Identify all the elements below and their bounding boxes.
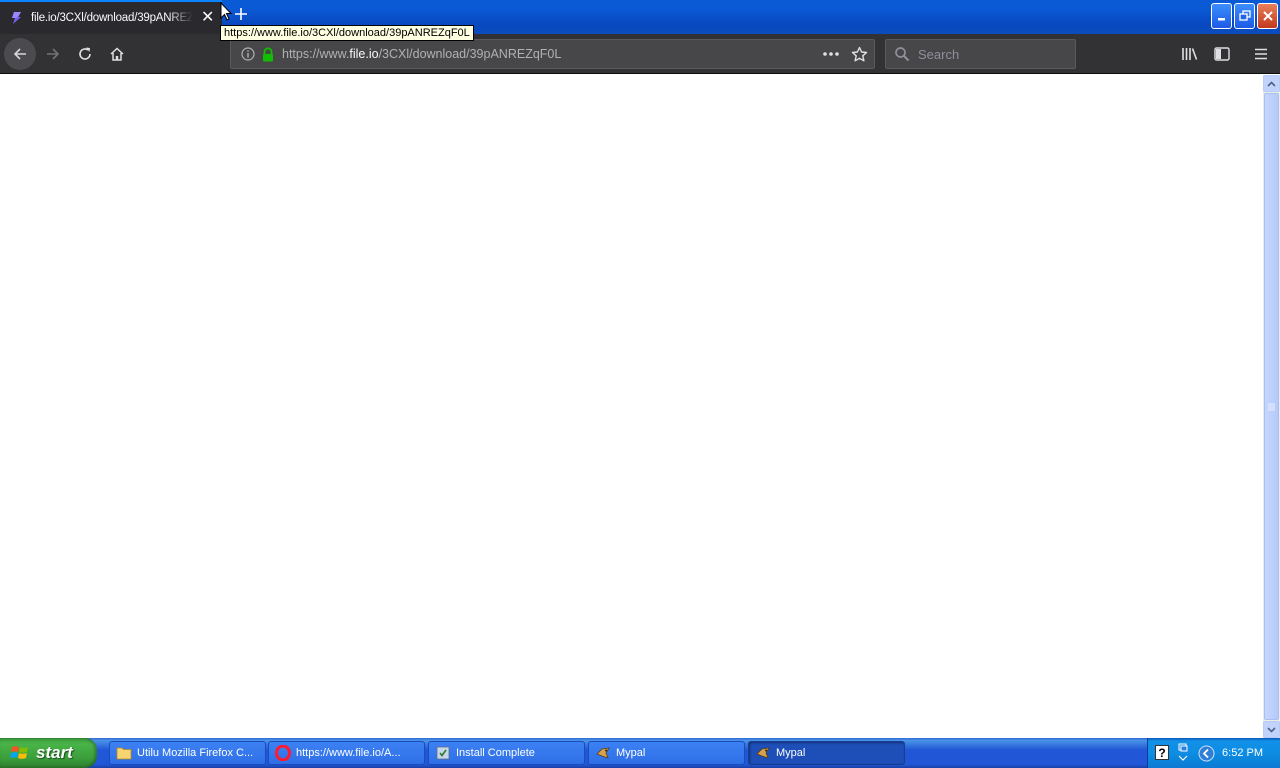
menu-button[interactable] xyxy=(1245,38,1277,70)
chevron-up-icon xyxy=(1267,80,1276,87)
navigation-toolbar: https://www.file.io/3CXl/download/39pANR… xyxy=(0,34,1280,74)
home-icon xyxy=(110,47,124,61)
link-tooltip: https://www.file.io/3CXl/download/39pANR… xyxy=(220,25,474,41)
bookmark-star-button[interactable] xyxy=(851,46,868,63)
search-input[interactable]: Search xyxy=(918,47,959,62)
task-label: https://www.file.io/A... xyxy=(296,747,401,759)
page-content-area xyxy=(0,75,1263,738)
browser-titlebar: file.io/3CXl/download/39pANREZqF0L ✕ xyxy=(0,0,1280,34)
taskbar-item-install-complete[interactable]: Install Complete xyxy=(428,741,585,765)
minimize-button[interactable] xyxy=(1211,3,1232,29)
expand-tray-icon[interactable] xyxy=(1198,745,1215,762)
grip-icon xyxy=(1268,403,1275,410)
library-icon xyxy=(1182,48,1198,60)
tab-title: file.io/3CXl/download/39pANREZqF0L xyxy=(31,12,193,24)
url-bar[interactable]: https://www.file.io/3CXl/download/39pANR… xyxy=(230,39,875,69)
mypal-icon xyxy=(755,745,771,761)
task-label: Install Complete xyxy=(456,747,535,759)
new-tab-button[interactable] xyxy=(232,6,250,26)
library-button[interactable] xyxy=(1174,38,1206,70)
url-text[interactable]: https://www.file.io/3CXl/download/39pANR… xyxy=(282,47,561,61)
clock: 6:52 PM xyxy=(1222,747,1263,759)
search-icon xyxy=(894,46,910,62)
plus-icon xyxy=(235,8,247,20)
hamburger-menu-icon xyxy=(1255,48,1267,60)
star-icon xyxy=(851,46,868,62)
reload-button[interactable] xyxy=(69,38,101,70)
page-info-icon[interactable] xyxy=(241,47,255,61)
mypal-icon xyxy=(595,745,611,761)
minimize-icon xyxy=(1217,18,1225,21)
scroll-thumb[interactable] xyxy=(1264,93,1279,720)
system-tray: ? 6:52 PM xyxy=(1147,738,1280,768)
page-actions-button[interactable] xyxy=(822,47,840,61)
svg-text:?: ? xyxy=(1158,746,1165,760)
back-button[interactable] xyxy=(4,38,36,70)
restore-button[interactable] xyxy=(1234,3,1255,29)
opera-icon xyxy=(275,745,291,761)
lock-icon xyxy=(263,46,273,61)
info-icon xyxy=(241,47,255,61)
url-prefix: https://www. xyxy=(282,47,350,61)
folder-icon xyxy=(116,745,132,761)
task-label: Mypal xyxy=(616,747,646,759)
taskbar-item-opera[interactable]: https://www.file.io/A... xyxy=(268,741,425,765)
close-window-button[interactable] xyxy=(1257,3,1278,29)
mouse-cursor xyxy=(220,1,233,27)
task-label: Utilu Mozilla Firefox C... xyxy=(137,747,254,759)
url-domain: file.io xyxy=(349,47,379,61)
back-arrow-icon xyxy=(13,48,26,60)
start-button[interactable]: start xyxy=(0,738,97,768)
forward-button[interactable] xyxy=(37,38,69,70)
scroll-up-button[interactable] xyxy=(1263,75,1280,92)
start-label: start xyxy=(36,743,73,762)
forward-arrow-icon xyxy=(47,48,60,60)
secure-lock-icon[interactable] xyxy=(261,46,275,62)
chevron-down-icon xyxy=(1267,726,1276,733)
sidebar-toggle-button[interactable] xyxy=(1206,38,1238,70)
taskbar-item-mypal-1[interactable]: Mypal xyxy=(588,741,745,765)
search-bar[interactable]: Search xyxy=(885,39,1076,69)
url-path: /3CXl/download/39pANREZqF0L xyxy=(378,47,562,61)
taskbar-item-mypal-2[interactable]: Mypal xyxy=(748,741,905,765)
scroll-down-button[interactable] xyxy=(1263,721,1280,738)
taskbar: start Utilu Mozilla Firefox C... https:/… xyxy=(0,738,1280,768)
tab-close-icon[interactable]: ✕ xyxy=(201,10,214,26)
reload-icon xyxy=(79,47,91,60)
help-icon[interactable]: ? xyxy=(1155,745,1169,760)
active-tab[interactable]: file.io/3CXl/download/39pANREZqF0L ✕ xyxy=(0,0,222,34)
windows-logo-icon xyxy=(10,746,28,759)
installer-icon xyxy=(435,745,451,761)
file-io-favicon xyxy=(10,11,24,25)
home-button[interactable] xyxy=(101,38,133,70)
close-icon xyxy=(1262,11,1273,21)
restore-icon xyxy=(1238,10,1251,21)
sidebar-icon xyxy=(1214,47,1230,61)
taskbar-item-utilu-folder[interactable]: Utilu Mozilla Firefox C... xyxy=(109,741,266,765)
task-label: Mypal xyxy=(776,747,806,759)
arrow-cursor-icon xyxy=(220,1,233,21)
more-dots-icon xyxy=(823,52,839,56)
network-icon[interactable] xyxy=(1177,743,1189,763)
vertical-scrollbar[interactable] xyxy=(1263,75,1280,738)
